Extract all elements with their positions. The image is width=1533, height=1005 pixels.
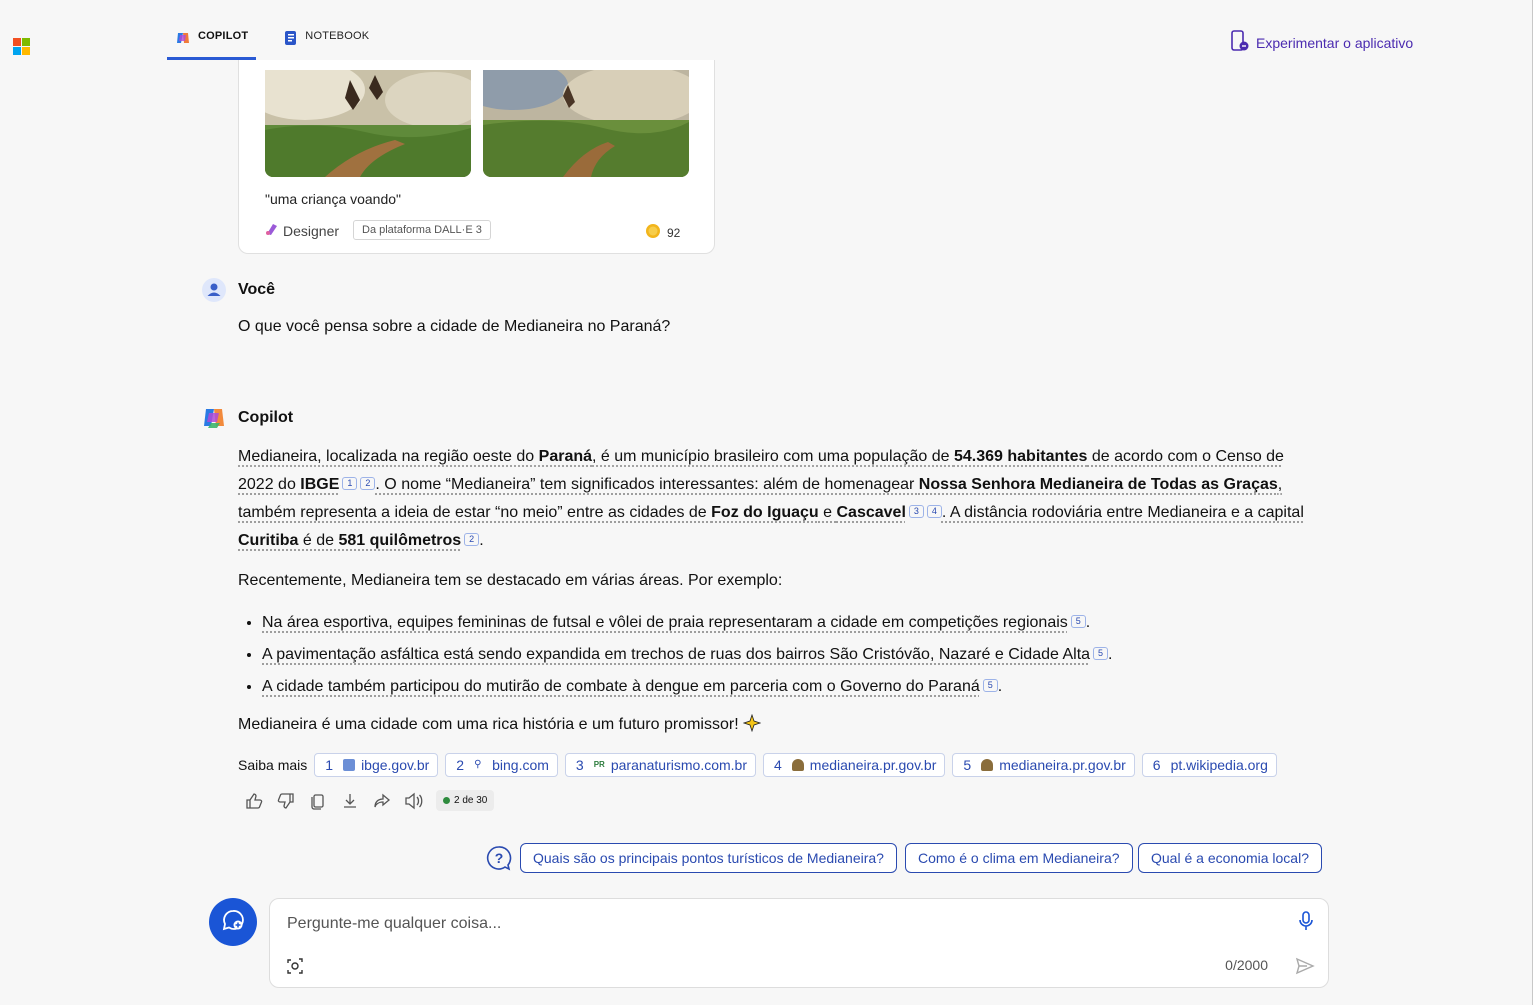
platform-badge: Da plataforma DALL·E 3 (353, 220, 491, 240)
user-message: O que você pensa sobre a cidade de Media… (238, 318, 671, 335)
question-help-icon: ? (486, 845, 512, 876)
image-capture-icon[interactable] (286, 957, 304, 980)
ibge-favicon-icon (343, 759, 356, 771)
source-link-3[interactable]: 3 PR paranaturismo.com.br (564, 753, 756, 777)
thumbs-down-icon[interactable] (276, 791, 296, 811)
list-item: Na área esportiva, equipes femininas de … (262, 607, 1318, 639)
citation-5[interactable]: 5 (1070, 615, 1086, 628)
source-link-2[interactable]: 2 ⚲ bing.com (445, 753, 558, 777)
try-app-link[interactable]: Experimentar o aplicativo (1230, 30, 1413, 55)
answer-closing: Medianeira é uma cidade com uma rica his… (238, 711, 1318, 739)
designer-link[interactable]: Designer (265, 222, 339, 239)
image-result-card: "uma criança voando" Designer Da platafo… (238, 60, 715, 254)
suggestion-chip-3[interactable]: Qual é a economia local? (1138, 843, 1322, 873)
medianeira-crest-icon (981, 759, 994, 771)
coins-indicator: 92 (645, 223, 680, 242)
response-actions: 2 de 30 (244, 790, 495, 811)
citation-2b[interactable]: 2 (464, 533, 480, 546)
tab-copilot-label: COPILOT (198, 30, 249, 42)
coins-count: 92 (667, 225, 681, 240)
copilot-answer: Medianeira, localizada na região oeste d… (238, 443, 1318, 739)
chat-input[interactable] (285, 911, 1249, 937)
response-page-text: 2 de 30 (454, 795, 488, 806)
download-icon[interactable] (340, 791, 360, 811)
answer-bullet-list: Na área esportiva, equipes femininas de … (238, 607, 1318, 703)
copilot-avatar-icon (201, 405, 227, 436)
svg-text:?: ? (495, 850, 504, 866)
user-name: Você (238, 281, 276, 298)
share-icon[interactable] (372, 791, 392, 811)
medianeira-crest-icon (791, 759, 804, 771)
tab-copilot[interactable]: COPILOT (167, 26, 257, 60)
mode-tabs: COPILOT NOTEBOOK (167, 26, 397, 60)
notebook-icon (284, 30, 298, 49)
microphone-icon[interactable] (1298, 911, 1314, 936)
learn-more-label: Saiba mais (238, 757, 308, 773)
citation-5[interactable]: 5 (982, 679, 998, 692)
designer-icon (265, 222, 279, 239)
generated-image-2[interactable] (483, 70, 689, 177)
answer-paragraph-2: Recentemente, Medianeira tem se destacad… (238, 572, 783, 589)
new-chat-icon (220, 907, 246, 938)
citation-5[interactable]: 5 (1093, 647, 1109, 660)
citation-3[interactable]: 3 (908, 505, 924, 518)
learn-more-bar: Saiba mais 1 ibge.gov.br 2 ⚲ bing.com 3 PR pa… (238, 753, 1277, 777)
copilot-logo-icon (175, 30, 191, 49)
thumbs-up-icon[interactable] (244, 791, 264, 811)
bing-search-icon: ⚲ (474, 759, 482, 770)
try-app-label: Experimentar o aplicativo (1256, 34, 1414, 51)
response-page-indicator: 2 de 30 (436, 790, 495, 811)
source-link-5[interactable]: 5 medianeira.pr.gov.br (952, 753, 1135, 777)
designer-label: Designer (283, 222, 340, 239)
answer-paragraph-1: Medianeira, localizada na região oeste d… (238, 448, 1304, 549)
generated-image-1[interactable] (265, 70, 471, 177)
copy-icon[interactable] (308, 791, 328, 811)
character-counter: 0/2000 (1225, 957, 1268, 973)
phone-app-icon (1230, 30, 1250, 55)
tab-notebook[interactable]: NOTEBOOK (276, 26, 377, 56)
microsoft-logo[interactable] (13, 38, 30, 55)
suggestion-chip-2[interactable]: Como é o clima em Medianeira? (905, 843, 1133, 873)
sparkle-emoji-icon (742, 713, 762, 733)
citation-2[interactable]: 2 (360, 477, 376, 490)
status-dot-icon (443, 797, 450, 804)
list-item: A cidade também participou do mutirão de… (262, 671, 1318, 703)
source-link-6[interactable]: 6 pt.wikipedia.org (1141, 753, 1277, 777)
source-link-4[interactable]: 4 medianeira.pr.gov.br (763, 753, 946, 777)
citation-1[interactable]: 1 (342, 477, 358, 490)
read-aloud-icon[interactable] (404, 791, 424, 811)
send-icon[interactable] (1295, 956, 1315, 981)
coin-icon (645, 223, 661, 242)
citation-4[interactable]: 4 (926, 505, 942, 518)
suggestion-chip-1[interactable]: Quais são os principais pontos turístico… (520, 843, 897, 873)
list-item: A pavimentação asfáltica está sendo expa… (262, 639, 1318, 671)
chat-composer: 0/2000 (269, 898, 1329, 988)
copilot-name: Copilot (238, 409, 294, 426)
tab-notebook-label: NOTEBOOK (305, 30, 370, 42)
image-caption: "uma criança voando" (265, 191, 402, 207)
new-topic-button[interactable] (209, 898, 257, 946)
user-avatar (202, 278, 226, 302)
paranaturismo-favicon-icon: PR (593, 760, 605, 769)
source-link-1[interactable]: 1 ibge.gov.br (314, 753, 439, 777)
